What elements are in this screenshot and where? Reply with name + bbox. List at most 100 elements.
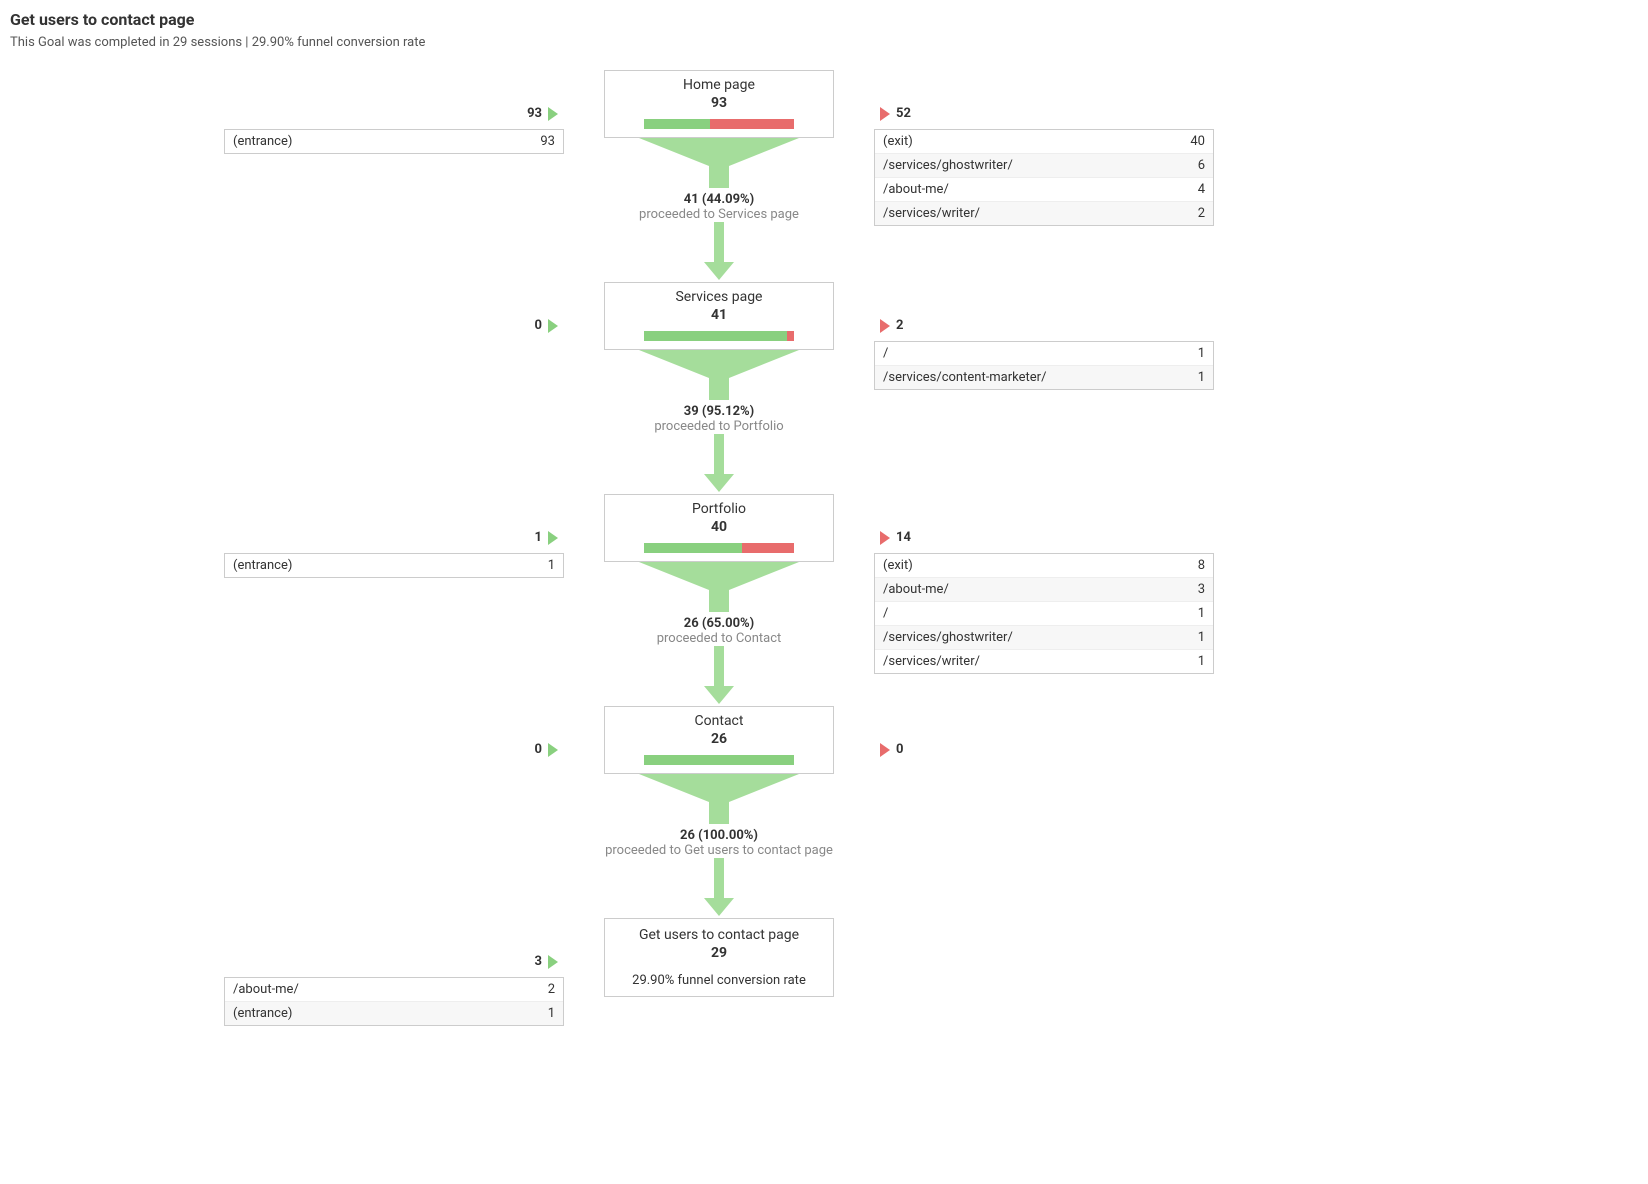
- table-row: /services/ghostwriter/1: [875, 626, 1213, 650]
- proceed-text: 26 (65.00%)proceeded to Contact: [604, 616, 834, 646]
- in-count: 1: [535, 530, 542, 545]
- table-row: /services/ghostwriter/6: [875, 154, 1213, 178]
- in-count-wrap: 0: [224, 318, 564, 333]
- row-value: 3: [1198, 582, 1205, 597]
- row-value: 6: [1198, 158, 1205, 173]
- row-value: 2: [1198, 206, 1205, 221]
- step-name: Contact: [605, 713, 833, 729]
- in-count-wrap: 1: [224, 530, 564, 545]
- out-count-wrap: 14: [874, 530, 1214, 545]
- row-label: (entrance): [233, 558, 292, 573]
- page-title: Get users to contact page: [10, 10, 1638, 29]
- row-value: 1: [1198, 606, 1205, 621]
- step-box: Services page41: [604, 282, 834, 350]
- in-count-wrap: 3: [224, 954, 564, 969]
- row-value: 40: [1190, 134, 1205, 149]
- arrow-in-icon: [548, 319, 558, 333]
- table-row: /1: [875, 342, 1213, 366]
- proceed-sub: proceeded to Portfolio: [604, 419, 834, 434]
- final-rate: 29.90% funnel conversion rate: [605, 973, 833, 988]
- step-bar: [644, 543, 794, 553]
- in-count: 3: [535, 954, 542, 969]
- out-table: (exit) 40/services/ghostwriter/6/about-me…: [874, 129, 1214, 226]
- out-count-wrap: 0: [874, 742, 1214, 757]
- arrow-out-icon: [880, 319, 890, 333]
- row-label: /about-me/: [883, 182, 949, 197]
- funnel-shape-icon: [629, 138, 809, 188]
- step-count: 40: [605, 519, 833, 535]
- proceed-text: 39 (95.12%)proceeded to Portfolio: [604, 404, 834, 434]
- table-row: /about-me/2: [225, 978, 563, 1002]
- arrow-out-icon: [880, 107, 890, 121]
- row-label: /services/writer/: [883, 654, 980, 669]
- row-label: /about-me/: [883, 582, 949, 597]
- row-label: /services/ghostwriter/: [883, 630, 1013, 645]
- row-value: 2: [548, 982, 555, 997]
- out-count: 0: [896, 742, 903, 757]
- out-count-wrap: 2: [874, 318, 1214, 333]
- table-row: (entrance)93: [225, 130, 563, 153]
- in-count-wrap: 93: [224, 106, 564, 121]
- out-count: 2: [896, 318, 903, 333]
- out-count: 14: [896, 530, 911, 545]
- row-label: (exit): [883, 558, 913, 573]
- row-value: 4: [1198, 182, 1205, 197]
- out-table: (exit)8/about-me/3/1/services/ghostwrite…: [874, 553, 1214, 674]
- arrow-down-icon: [699, 858, 739, 918]
- final-count: 29: [605, 945, 833, 961]
- page-subtitle: This Goal was completed in 29 sessions |…: [10, 35, 1638, 50]
- final-name: Get users to contact page: [605, 927, 833, 943]
- funnel-shape-icon: [629, 562, 809, 612]
- step-count: 26: [605, 731, 833, 747]
- out-count: 52: [896, 106, 911, 121]
- row-label: /: [883, 606, 888, 621]
- step-count: 93: [605, 95, 833, 111]
- table-row: /1: [875, 602, 1213, 626]
- arrow-out-icon: [880, 743, 890, 757]
- proceed-text: 26 (100.00%)proceeded to Get users to co…: [604, 828, 834, 858]
- step-box: Contact 26: [604, 706, 834, 774]
- step-count: 41: [605, 307, 833, 323]
- final-box: Get users to contact page 29 29.90% funnel…: [604, 918, 834, 997]
- in-count: 0: [535, 742, 542, 757]
- row-label: (entrance): [233, 1006, 292, 1021]
- table-row: /services/writer/1: [875, 650, 1213, 673]
- row-label: (exit): [883, 134, 913, 149]
- row-label: /services/writer/: [883, 206, 980, 221]
- proceed-main: 41 (44.09%): [604, 192, 834, 207]
- proceed-text: 41 (44.09%)proceeded to Services page: [604, 192, 834, 222]
- proceed-sub: proceeded to Services page: [604, 207, 834, 222]
- proceed-sub: proceeded to Get users to contact page: [604, 843, 834, 858]
- step-bar: [644, 119, 794, 129]
- in-count-wrap: 0: [224, 742, 564, 757]
- row-label: /about-me/: [233, 982, 299, 997]
- table-row: (entrance) 1: [225, 1002, 563, 1025]
- row-label: /services/content-marketer/: [883, 370, 1046, 385]
- in-count: 93: [527, 106, 542, 121]
- arrow-in-icon: [548, 955, 558, 969]
- proceed-main: 26 (100.00%): [604, 828, 834, 843]
- arrow-in-icon: [548, 107, 558, 121]
- step-bar: [644, 331, 794, 341]
- funnel-diagram: 93(entrance)93Home page9341 (44.09%)proc…: [224, 70, 1424, 1026]
- proceed-main: 26 (65.00%): [604, 616, 834, 631]
- arrow-in-icon: [548, 743, 558, 757]
- in-table: /about-me/2 (entrance) 1: [224, 977, 564, 1026]
- proceed-sub: proceeded to Contact: [604, 631, 834, 646]
- arrow-down-icon: [699, 222, 739, 282]
- arrow-out-icon: [880, 531, 890, 545]
- table-row: /about-me/3: [875, 578, 1213, 602]
- row-value: 1: [548, 1006, 555, 1021]
- row-value: 1: [1198, 630, 1205, 645]
- row-label: /services/ghostwriter/: [883, 158, 1013, 173]
- table-row: (exit)8: [875, 554, 1213, 578]
- table-row: (entrance)1: [225, 554, 563, 577]
- step-name: Home page: [605, 77, 833, 93]
- in-count: 0: [535, 318, 542, 333]
- table-row: /about-me/4: [875, 178, 1213, 202]
- arrow-in-icon: [548, 531, 558, 545]
- out-count-wrap: 52: [874, 106, 1214, 121]
- funnel-shape-icon: [629, 774, 809, 824]
- in-table: (entrance)93: [224, 129, 564, 154]
- row-value: 1: [1198, 370, 1205, 385]
